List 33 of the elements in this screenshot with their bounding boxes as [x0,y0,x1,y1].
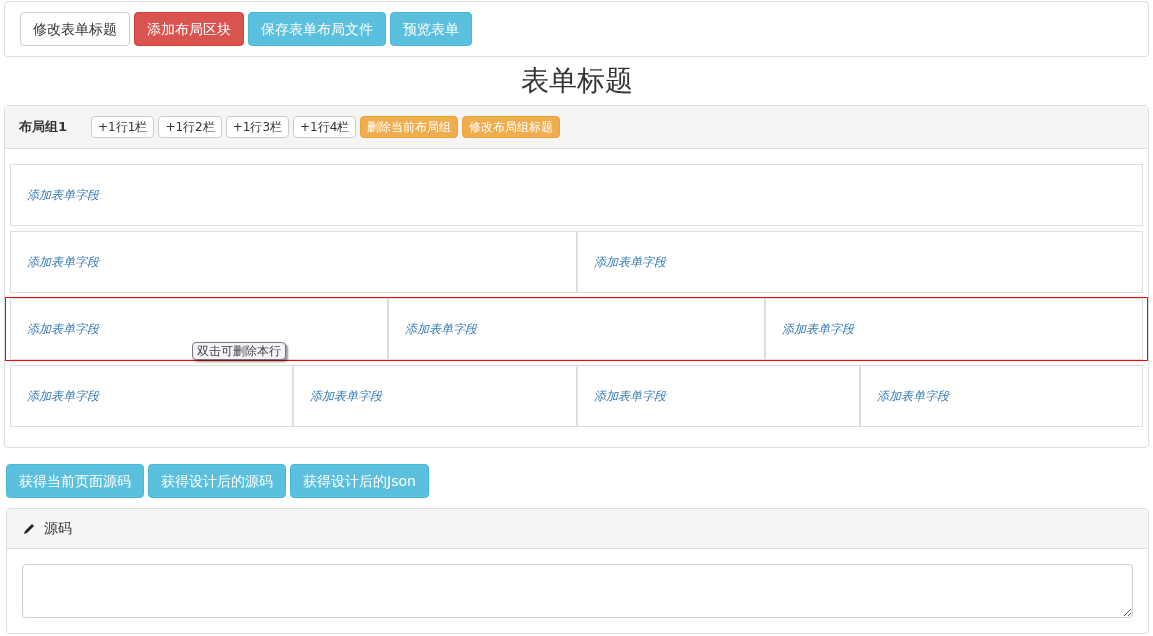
form-cell[interactable]: 添加表单字段 [576,365,860,427]
form-cell[interactable]: 添加表单字段 [765,298,1143,360]
pencil-icon [22,521,36,536]
toolbar-button[interactable]: +1行2栏 [158,116,222,138]
add-field-link[interactable]: 添加表单字段 [27,253,99,271]
add-field-link[interactable]: 添加表单字段 [27,186,99,204]
form-cell[interactable]: 添加表单字段 [859,365,1143,427]
form-cell[interactable]: 添加表单字段 [10,365,294,427]
form-cell[interactable]: 添加表单字段 [576,231,1143,293]
add-field-link[interactable]: 添加表单字段 [310,387,383,405]
toolbar-button[interactable]: 修改表单标题 [20,12,130,46]
form-title: 表单标题 [520,63,633,99]
add-field-link[interactable]: 添加表单字段 [27,320,99,338]
toolbar-button[interactable]: +1行4栏 [293,116,357,138]
form-row[interactable]: 添加表单字段 添加表单字段 [5,230,1148,294]
add-field-link[interactable]: 添加表单字段 [876,387,949,405]
toolbar-button[interactable]: +1行3栏 [225,116,290,138]
add-field-link[interactable]: 添加表单字段 [404,320,477,338]
form-cell[interactable]: 添加表单字段 [10,231,577,293]
form-cell[interactable]: 添加表单字段 [293,365,577,427]
panel-title: 源码 [44,519,72,538]
add-field-link[interactable]: 添加表单字段 [27,387,99,405]
form-row[interactable]: 添加表单字段 添加表单字段 添加表单字段 双击可删除本行 [5,297,1148,361]
add-field-link[interactable]: 添加表单字段 [593,253,666,271]
toolbar-button[interactable]: +1行1栏 [91,116,155,138]
source-textarea[interactable] [22,564,1133,618]
form-cell[interactable]: 添加表单字段 [387,298,766,360]
add-field-link[interactable]: 添加表单字段 [782,320,855,338]
add-field-link[interactable]: 添加表单字段 [593,387,666,405]
tooltip: 双击可删除本行 [192,342,286,360]
toolbar-button[interactable]: 添加布局区块 [134,12,244,46]
form-row[interactable]: 添加表单字段 添加表单字段 添加表单字段 添加表单字段 [5,364,1148,428]
group-title: 布局组1 [19,118,68,137]
